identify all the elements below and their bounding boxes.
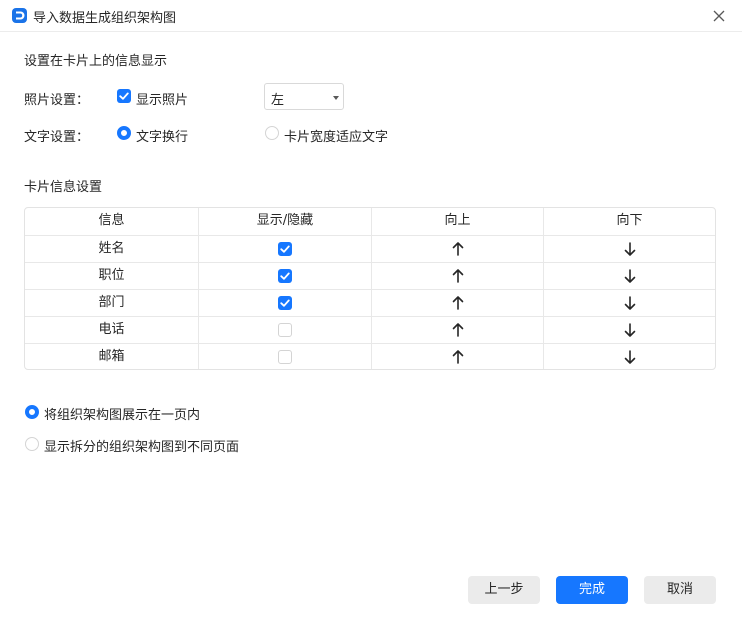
visibility-checkbox[interactable] <box>278 242 292 256</box>
check-icon <box>280 245 290 253</box>
arrow-down-icon[interactable] <box>623 241 637 257</box>
app-logo-icon <box>12 8 27 23</box>
text-setting-label: 文字设置： <box>24 130 90 145</box>
dialog-title: 导入数据生成组织架构图 <box>33 11 177 26</box>
show-photo-checkbox[interactable] <box>117 89 131 103</box>
card-info-table: 信息 显示/隐藏 向上 向下 姓名 职位 部门 电话 邮箱 <box>24 207 716 370</box>
table-row: 职位 <box>25 262 715 290</box>
table-row: 电话 <box>25 316 715 344</box>
photo-position-select[interactable]: 左 <box>264 83 344 110</box>
show-photo-label: 显示照片 <box>136 93 189 108</box>
check-icon <box>119 92 129 100</box>
arrow-down-icon[interactable] <box>623 349 637 365</box>
table-row: 姓名 <box>25 235 715 263</box>
table-header-row: 信息 显示/隐藏 向上 向下 <box>25 208 715 235</box>
column-header-move-down: 向下 <box>543 208 715 235</box>
text-wrap-label: 文字换行 <box>136 130 189 145</box>
single-page-label: 将组织架构图展示在一页内 <box>44 408 201 423</box>
split-pages-label: 显示拆分的组织架构图到不同页面 <box>44 440 240 455</box>
column-header-info: 信息 <box>98 213 125 228</box>
table-row: 邮箱 <box>25 343 715 369</box>
close-icon[interactable] <box>709 6 729 26</box>
arrow-down-icon[interactable] <box>623 322 637 338</box>
card-display-section-title: 设置在卡片上的信息显示 <box>24 54 168 69</box>
single-page-radio[interactable] <box>25 405 39 419</box>
fit-width-radio[interactable] <box>265 126 279 140</box>
check-icon <box>280 272 290 280</box>
arrow-up-icon[interactable] <box>451 268 465 284</box>
column-header-visibility: 显示/隐藏 <box>198 208 371 235</box>
arrow-up-icon[interactable] <box>451 241 465 257</box>
previous-step-button[interactable]: 上一步 <box>468 576 540 604</box>
arrow-down-icon[interactable] <box>623 295 637 311</box>
card-info-section-title: 卡片信息设置 <box>24 180 103 195</box>
field-name: 部门 <box>98 295 125 310</box>
field-name: 电话 <box>98 322 125 337</box>
field-name: 职位 <box>98 268 125 283</box>
visibility-checkbox[interactable] <box>278 296 292 310</box>
field-name: 邮箱 <box>98 349 125 364</box>
photo-position-value: 左 <box>271 93 285 108</box>
text-wrap-radio[interactable] <box>117 126 131 140</box>
fit-width-label: 卡片宽度适应文字 <box>284 130 389 145</box>
close-button[interactable] <box>709 6 729 26</box>
table-row: 部门 <box>25 289 715 317</box>
caret-down-icon <box>333 96 339 100</box>
check-icon <box>280 299 290 307</box>
visibility-checkbox[interactable] <box>278 269 292 283</box>
arrow-up-icon[interactable] <box>451 295 465 311</box>
photo-setting-label: 照片设置： <box>24 93 90 108</box>
arrow-up-icon[interactable] <box>451 349 465 365</box>
finish-button[interactable]: 完成 <box>556 576 628 604</box>
visibility-checkbox[interactable] <box>278 350 292 364</box>
column-header-move-up: 向上 <box>371 208 543 235</box>
title-bar: 导入数据生成组织架构图 <box>0 0 742 32</box>
arrow-up-icon[interactable] <box>451 322 465 338</box>
split-pages-radio[interactable] <box>25 437 39 451</box>
visibility-checkbox[interactable] <box>278 323 292 337</box>
cancel-button[interactable]: 取消 <box>644 576 716 604</box>
arrow-down-icon[interactable] <box>623 268 637 284</box>
field-name: 姓名 <box>98 241 125 256</box>
